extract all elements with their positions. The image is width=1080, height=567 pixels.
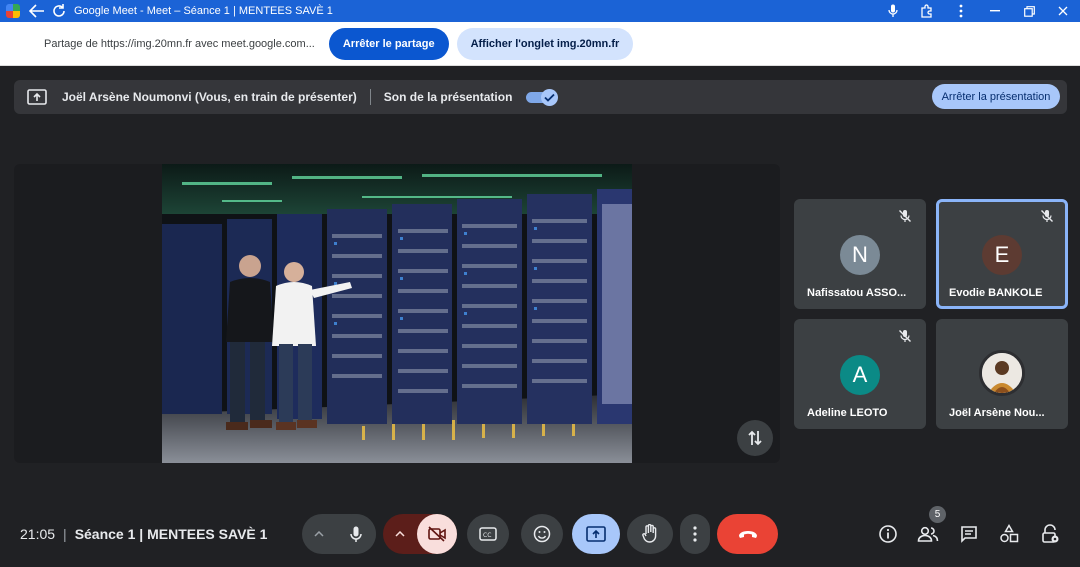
participant-name: Joël Arsène Nou...: [949, 407, 1045, 419]
activities-button[interactable]: [995, 520, 1023, 548]
meet-app-icon: [6, 4, 20, 18]
participant-name: Evodie BANKOLE: [949, 287, 1043, 299]
sharing-message: Partage de https://img.20mn.fr avec meet…: [44, 37, 315, 50]
svg-text:CC: CC: [483, 532, 491, 539]
shared-tab-tile: [14, 164, 780, 463]
mic-off-icon: [1040, 209, 1056, 225]
video-settings-chevron-icon[interactable]: [383, 514, 417, 554]
meeting-name: Séance 1 | MENTEES SAVÈ 1: [74, 526, 268, 542]
participant-tile[interactable]: E Evodie BANKOLE: [936, 199, 1068, 309]
show-tab-button[interactable]: Afficher l'onglet img.20mn.fr: [456, 27, 634, 60]
mic-off-icon: [898, 209, 914, 225]
avatar-photo: [979, 350, 1025, 396]
leave-call-button[interactable]: [717, 514, 778, 554]
restore-icon[interactable]: [1012, 0, 1046, 22]
emoji-reactions-button[interactable]: [521, 514, 563, 554]
check-icon: [541, 89, 559, 106]
back-arrow-icon[interactable]: [26, 0, 48, 22]
participant-name: Nafissatou ASSO...: [807, 287, 907, 299]
window-title: Google Meet - Meet – Séance 1 | MENTEES …: [74, 5, 333, 17]
mic-off-icon: [898, 329, 914, 345]
participant-count-badge: 5: [929, 506, 946, 523]
raise-hand-button[interactable]: [627, 514, 673, 554]
participant-tile[interactable]: A Adeline LEOTO: [794, 319, 926, 429]
camera-off-button[interactable]: [417, 514, 457, 554]
stop-presentation-button[interactable]: Arrêter la présentation: [932, 84, 1060, 109]
more-vert-icon[interactable]: [944, 0, 978, 22]
audio-controls: [302, 514, 376, 554]
present-screen-icon: [26, 88, 48, 106]
shared-photo-datacenter: [162, 164, 632, 463]
participant-tile[interactable]: N Nafissatou ASSO...: [794, 199, 926, 309]
control-bar: 21:05 | Séance 1 | MENTEES SAVÈ 1 CC: [0, 500, 1080, 567]
sharing-notification-bar: Partage de https://img.20mn.fr avec meet…: [0, 22, 1080, 66]
audio-settings-chevron-icon[interactable]: [302, 514, 336, 554]
presenter-name: Joël Arsène Noumonvi (Vous, en train de …: [62, 90, 357, 104]
close-icon[interactable]: [1046, 0, 1080, 22]
avatar: E: [982, 235, 1022, 275]
current-time: 21:05: [20, 526, 56, 542]
swap-layout-button[interactable]: [737, 420, 773, 456]
window-titlebar: Google Meet - Meet – Séance 1 | MENTEES …: [0, 0, 1080, 22]
divider: |: [63, 526, 67, 542]
microphone-button[interactable]: [336, 514, 376, 554]
participant-name: Adeline LEOTO: [807, 407, 888, 419]
presenting-bar: Joël Arsène Noumonvi (Vous, en train de …: [14, 80, 1067, 114]
minimize-icon[interactable]: [978, 0, 1012, 22]
meeting-details-button[interactable]: [874, 520, 902, 548]
avatar: N: [840, 235, 880, 275]
meeting-info: 21:05 | Séance 1 | MENTEES SAVÈ 1: [20, 526, 267, 542]
people-button[interactable]: [914, 520, 942, 548]
host-controls-button[interactable]: [1036, 520, 1064, 548]
presentation-audio-label: Son de la présentation: [383, 90, 513, 104]
more-options-button[interactable]: [680, 514, 710, 554]
present-now-button[interactable]: [572, 514, 620, 554]
stop-sharing-button[interactable]: Arrêter le partage: [328, 27, 449, 60]
video-controls: [383, 514, 457, 554]
avatar: A: [840, 355, 880, 395]
divider: [369, 89, 371, 105]
captions-button[interactable]: CC: [467, 514, 509, 554]
presentation-audio-toggle[interactable]: [526, 89, 559, 106]
extension-icon[interactable]: [910, 0, 944, 22]
reload-icon[interactable]: [48, 0, 70, 22]
chat-button[interactable]: [955, 520, 983, 548]
microphone-indicator-icon[interactable]: [876, 0, 910, 22]
participant-tile[interactable]: Joël Arsène Nou...: [936, 319, 1068, 429]
